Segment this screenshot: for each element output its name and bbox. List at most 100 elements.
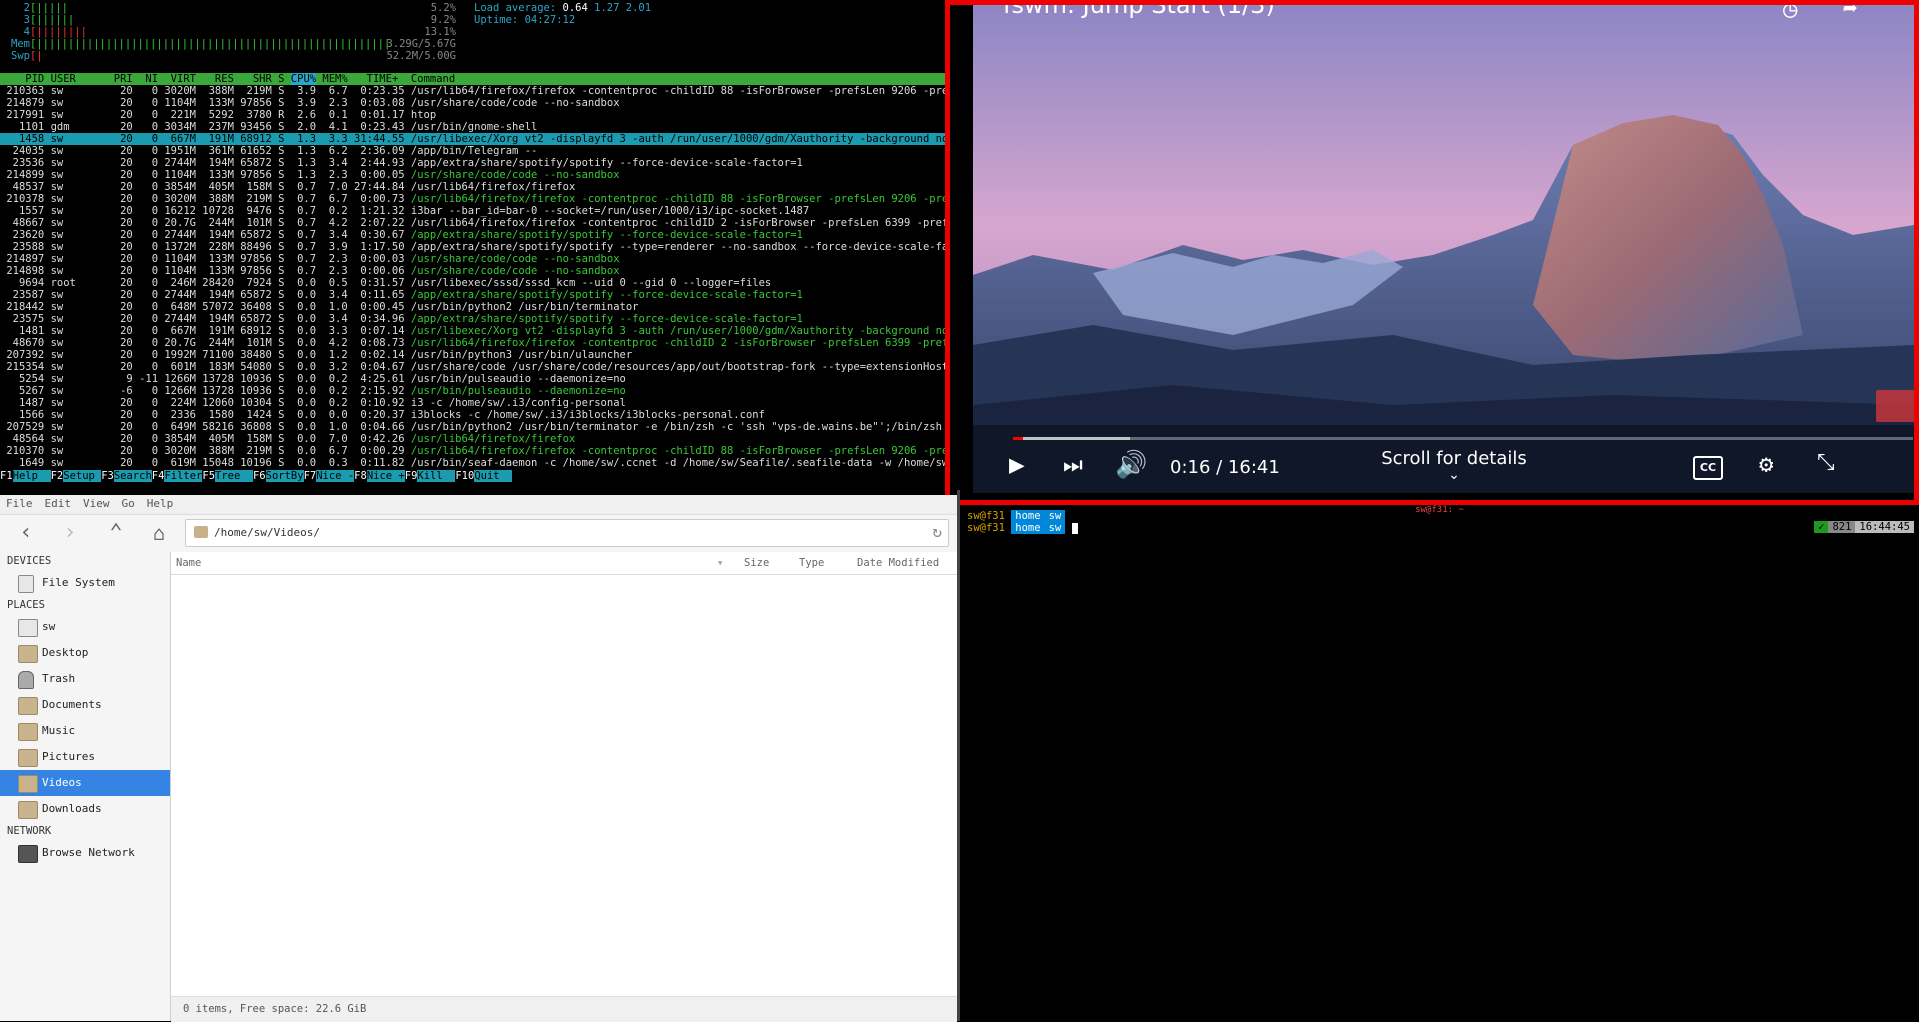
captions-icon[interactable]: CC: [1693, 456, 1723, 480]
process-row[interactable]: 1458 sw 20 0 667M 191M 68912 S 1.3 3.3 3…: [0, 133, 955, 145]
volume-icon[interactable]: 🔊: [1115, 450, 1147, 480]
fkey-number[interactable]: F8: [354, 470, 367, 482]
process-row[interactable]: 23587 sw 20 0 2744M 194M 65872 S 0.0 3.4…: [0, 289, 955, 301]
fkey-label[interactable]: Nice -: [316, 470, 355, 482]
forward-icon[interactable]: ›: [56, 519, 84, 547]
process-row[interactable]: 1481 sw 20 0 667M 191M 68912 S 0.0 3.3 0…: [0, 325, 955, 337]
exit-fullscreen-icon[interactable]: ⤡: [1817, 450, 1835, 475]
process-row[interactable]: 214879 sw 20 0 1104M 133M 97856 S 3.9 2.…: [0, 97, 955, 109]
process-row[interactable]: 210378 sw 20 0 3020M 388M 219M S 0.7 6.7…: [0, 193, 955, 205]
process-row[interactable]: 217991 sw 20 0 221M 5292 3780 R 2.6 0.1 …: [0, 109, 955, 121]
video-player-window[interactable]: fswm: Jump Start (1/3) ◷ ➦ ▶ ⏭ 🔊 0:16 / …: [945, 0, 1919, 505]
fkey-label[interactable]: Quit: [474, 470, 513, 482]
process-row[interactable]: 210363 sw 20 0 3020M 388M 219M S 3.9 6.7…: [0, 85, 955, 97]
scroll-for-details[interactable]: Scroll for details ⌄: [1369, 448, 1539, 482]
fkey-label[interactable]: Filter: [164, 470, 203, 482]
chat-bubble-icon[interactable]: [1876, 390, 1914, 422]
fkey-number[interactable]: F5: [202, 470, 216, 482]
menu-item-go[interactable]: Go: [116, 495, 141, 512]
process-row[interactable]: 207529 sw 20 0 649M 58216 36808 S 0.0 1.…: [0, 421, 955, 433]
fkey-number[interactable]: F9: [404, 470, 418, 482]
column-date-modified[interactable]: Date Modified: [857, 557, 939, 569]
fkey-number[interactable]: F6: [252, 470, 266, 482]
fkey-label[interactable]: SortBy: [265, 470, 304, 482]
fkey-label[interactable]: Tree: [215, 470, 253, 482]
process-row[interactable]: 24035 sw 20 0 1951M 361M 61652 S 1.3 6.2…: [0, 145, 955, 157]
video-title[interactable]: fswm: Jump Start (1/3): [1003, 5, 1275, 19]
home-icon[interactable]: ⌂: [145, 519, 173, 547]
process-row[interactable]: 1649 sw 20 0 619M 15048 10196 S 0.0 0.3 …: [0, 457, 955, 469]
sort-column-cpu[interactable]: CPU%: [290, 73, 317, 85]
process-row[interactable]: 23575 sw 20 0 2744M 194M 65872 S 0.0 3.4…: [0, 313, 955, 325]
fkey-label[interactable]: Search: [113, 470, 152, 482]
menu-item-edit[interactable]: Edit: [39, 495, 78, 512]
process-row[interactable]: 48564 sw 20 0 3854M 405M 158M S 0.0 7.0 …: [0, 433, 955, 445]
back-icon[interactable]: ‹: [12, 519, 40, 547]
up-icon[interactable]: ⌃: [102, 519, 130, 547]
desktop-folder-icon: [18, 645, 38, 663]
process-row[interactable]: 1557 sw 20 0 16212 10728 9476 S 0.7 0.2 …: [0, 205, 955, 217]
gear-icon[interactable]: ⚙: [1759, 450, 1773, 478]
process-row[interactable]: 214897 sw 20 0 1104M 133M 97856 S 0.7 2.…: [0, 253, 955, 265]
fkey-number[interactable]: F1: [0, 470, 13, 482]
file-list-view[interactable]: Name ▾ Size Type Date Modified: [171, 552, 957, 996]
process-row[interactable]: 23620 sw 20 0 2744M 194M 65872 S 0.7 3.4…: [0, 229, 955, 241]
process-row[interactable]: 48670 sw 20 0 20.7G 244M 101M S 0.0 4.2 …: [0, 337, 955, 349]
location-bar[interactable]: /home/sw/Videos/ ↻: [185, 519, 949, 547]
sidebar-item-documents[interactable]: Documents: [0, 692, 170, 718]
fkey-label[interactable]: Help: [12, 470, 51, 482]
terminal-window[interactable]: sw@f31: ~ sw@f31 home sw sw@f31 home sw ✓ 8…: [960, 505, 1919, 1021]
process-row[interactable]: 1101 gdm 20 0 3034M 237M 93456 S 2.0 4.1…: [0, 121, 955, 133]
column-name[interactable]: Name: [176, 557, 201, 569]
watch-later-icon[interactable]: ◷: [1783, 5, 1797, 23]
sort-arrow-icon[interactable]: ▾: [717, 557, 723, 569]
share-icon[interactable]: ➦: [1843, 5, 1857, 23]
reload-icon[interactable]: ↻: [932, 522, 942, 541]
process-row[interactable]: 1487 sw 20 0 224M 12060 10304 S 0.0 0.2 …: [0, 397, 955, 409]
video-progress-bar[interactable]: [1013, 437, 1913, 440]
sidebar-item-music[interactable]: Music: [0, 718, 170, 744]
prompt-line-2[interactable]: sw@f31 home sw: [967, 522, 1078, 534]
process-row[interactable]: 48667 sw 20 0 20.7G 244M 101M S 0.7 4.2 …: [0, 217, 955, 229]
process-row[interactable]: 215354 sw 20 0 601M 183M 54080 S 0.0 3.2…: [0, 361, 955, 373]
fkey-number[interactable]: F10: [455, 470, 475, 482]
sidebar-item-home[interactable]: sw: [0, 614, 170, 640]
menu-item-file[interactable]: File: [0, 495, 39, 512]
fkey-number[interactable]: F4: [151, 470, 165, 482]
menu-item-help[interactable]: Help: [141, 495, 180, 512]
play-icon[interactable]: ▶: [1009, 450, 1025, 480]
process-row[interactable]: 214898 sw 20 0 1104M 133M 97856 S 0.7 2.…: [0, 265, 955, 277]
process-table-header[interactable]: PID USER PRI NI VIRT RES SHR S CPU% MEM%…: [0, 73, 955, 85]
process-row[interactable]: 9694 root 20 0 246M 28420 7924 S 0.0 0.5…: [0, 277, 955, 289]
fkey-label[interactable]: Nice +: [366, 470, 405, 482]
sidebar-item-file-system[interactable]: File System: [0, 570, 170, 596]
process-row[interactable]: 207392 sw 20 0 1992M 71100 38480 S 0.0 1…: [0, 349, 955, 361]
sidebar-item-downloads[interactable]: Downloads: [0, 796, 170, 822]
process-row[interactable]: 48537 sw 20 0 3854M 405M 158M S 0.7 7.0 …: [0, 181, 955, 193]
process-row[interactable]: 23536 sw 20 0 2744M 194M 65872 S 1.3 3.4…: [0, 157, 955, 169]
sidebar-item-browse-network[interactable]: Browse Network: [0, 840, 170, 866]
sidebar-item-trash[interactable]: Trash: [0, 666, 170, 692]
column-size[interactable]: Size: [744, 557, 769, 569]
fkey-label[interactable]: Kill: [417, 470, 456, 482]
next-icon[interactable]: ⏭: [1063, 453, 1083, 478]
process-row[interactable]: 1566 sw 20 0 2336 1580 1424 S 0.0 0.0 0:…: [0, 409, 955, 421]
sidebar-item-pictures[interactable]: Pictures: [0, 744, 170, 770]
fkey-number[interactable]: F3: [101, 470, 114, 482]
process-row[interactable]: 214899 sw 20 0 1104M 133M 97856 S 1.3 2.…: [0, 169, 955, 181]
fkey-label[interactable]: Setup: [63, 470, 102, 482]
menu-item-view[interactable]: View: [77, 495, 116, 512]
column-type[interactable]: Type: [799, 557, 824, 569]
process-row[interactable]: 218442 sw 20 0 648M 57072 36408 S 0.0 1.…: [0, 301, 955, 313]
process-row[interactable]: 5267 sw -6 0 1266M 13728 10936 S 0.0 0.2…: [0, 385, 955, 397]
process-row[interactable]: 23588 sw 20 0 1372M 228M 88496 S 0.7 3.9…: [0, 241, 955, 253]
fkey-number[interactable]: F7: [303, 470, 317, 482]
sidebar-item-videos[interactable]: Videos: [0, 770, 170, 796]
process-command: /usr/bin/python2 /usr/bin/terminator: [410, 301, 639, 313]
process-row[interactable]: 210370 sw 20 0 3020M 388M 219M S 0.0 6.7…: [0, 445, 955, 457]
sidebar-item-desktop[interactable]: Desktop: [0, 640, 170, 666]
process-row[interactable]: 5254 sw 9 -11 1266M 13728 10936 S 0.0 0.…: [0, 373, 955, 385]
location-path[interactable]: /home/sw/Videos/: [214, 526, 320, 539]
fkey-number[interactable]: F2: [50, 470, 64, 482]
video-frame[interactable]: fswm: Jump Start (1/3) ◷ ➦ ▶ ⏭ 🔊 0:16 / …: [973, 5, 1914, 493]
